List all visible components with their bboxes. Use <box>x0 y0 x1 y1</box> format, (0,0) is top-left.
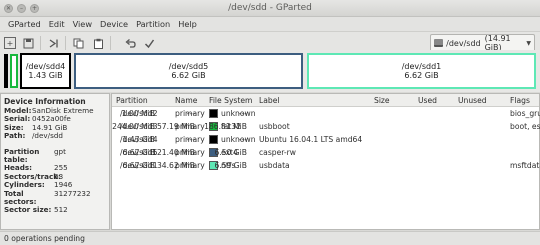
cell-used: --- <box>186 109 195 118</box>
partition-size: 6.62 GiB <box>171 71 206 80</box>
cell-unused: --- <box>238 109 247 118</box>
toolbar-separator <box>65 36 66 50</box>
cell-unused: 6.50 GiB <box>214 148 247 157</box>
column-header-partition[interactable]: Partition <box>116 96 148 105</box>
cell-unused: 6.59 GiB <box>214 161 247 170</box>
cell-size: 1.00 MiB <box>121 109 155 118</box>
paste-icon[interactable] <box>92 37 104 49</box>
cell-flags: msftdata <box>510 161 540 170</box>
partition-name: /dev/sdd4 <box>25 62 66 71</box>
copy-icon[interactable] <box>72 37 84 49</box>
cell-used: 121.40 MiB <box>152 148 195 157</box>
cell-flags: bios_grub <box>510 109 540 118</box>
cell-label: usbboot <box>259 122 290 131</box>
column-header-size[interactable]: Size <box>374 96 390 105</box>
column-header-name[interactable]: Name <box>175 96 197 105</box>
menu-help[interactable]: Help <box>174 19 201 29</box>
device-info-panel: Device Information Model: SanDisk Extreme… <box>0 93 110 230</box>
table-header: Partition Name File System Label Size Us… <box>112 94 539 107</box>
table-body: /dev/sdd2 primary unknown 1.00 MiB --- --- bio… <box>112 107 540 172</box>
drive-icon <box>434 39 444 47</box>
toolbar-separator <box>40 36 41 50</box>
cell-size: 244.00 MiB <box>112 122 155 131</box>
status-text: 0 operations pending <box>4 234 85 243</box>
column-header-used[interactable]: Used <box>418 96 437 105</box>
filesystem-color-swatch <box>209 135 218 144</box>
device-field: Path:/dev/sdd <box>4 131 63 141</box>
title-bar: ✕ – + /dev/sdd - GParted <box>0 0 540 17</box>
cell-used: 57.19 MiB <box>156 122 195 131</box>
partition-table: Partition Name File System Label Size Us… <box>111 93 540 230</box>
partition-block-sdd5[interactable]: /dev/sdd5 6.62 GiB <box>74 53 303 89</box>
cell-size: 6.62 GiB <box>122 148 155 157</box>
apply-check-icon[interactable] <box>143 37 155 49</box>
cell-label: usbdata <box>259 161 290 170</box>
status-bar: 0 operations pending <box>0 231 540 245</box>
device-selector-label: /dev/sdd <box>446 38 481 48</box>
partition-size: 1.43 GiB <box>28 71 63 80</box>
new-partition-icon[interactable]: + <box>4 37 16 49</box>
cell-label: casper-rw <box>259 148 296 157</box>
menu-bar: GParted Edit View Device Partition Help <box>0 17 540 32</box>
device-field: Total sectors: 31277232 <box>4 188 91 207</box>
window-title: /dev/sdd - GParted <box>228 3 312 13</box>
delete-partition-icon[interactable] <box>22 37 34 49</box>
table-row[interactable]: /dev/sdd2 primary unknown 1.00 MiB --- --- bio… <box>112 107 540 120</box>
cell-size: 6.62 GiB <box>122 161 155 170</box>
undo-icon[interactable] <box>124 37 136 49</box>
table-row[interactable]: /dev/sdd4 primary unknown Ubuntu 16.04.1 LT… <box>112 133 539 146</box>
toolbar-separator <box>110 36 111 50</box>
device-field: Partition table: gpt <box>4 146 66 165</box>
cell-label: Ubuntu 16.04.1 LTS amd64 <box>259 135 363 144</box>
column-header-filesystem[interactable]: File System <box>209 96 252 105</box>
cell-flags: boot, esp <box>510 122 540 131</box>
menu-gparted[interactable]: GParted <box>4 19 45 29</box>
device-info-title: Device Information <box>4 97 86 106</box>
partition-block-sdd4[interactable]: /dev/sdd4 1.43 GiB <box>20 53 71 89</box>
cell-used: --- <box>186 135 195 144</box>
resize-move-icon[interactable] <box>47 37 59 49</box>
disk-map: /dev/sdd4 1.43 GiB /dev/sdd5 6.62 GiB /d… <box>0 50 540 92</box>
partition-block-sdd2[interactable] <box>4 54 8 88</box>
menu-partition[interactable]: Partition <box>132 19 174 29</box>
table-row[interactable]: /dev/sdd5 primary ext4 casper-rw 6.62 GiB 121… <box>112 146 539 159</box>
menu-device[interactable]: Device <box>96 19 132 29</box>
column-header-label[interactable]: Label <box>259 96 280 105</box>
partition-size: 6.62 GiB <box>404 71 439 80</box>
partition-name: /dev/sdd5 <box>168 62 209 71</box>
table-row[interactable]: /dev/sdd3 primary fat32 usbboot 244.00 MiB 57… <box>112 120 540 133</box>
filesystem-color-swatch <box>209 109 218 118</box>
cell-size: 1.43 GiB <box>122 135 155 144</box>
menu-view[interactable]: View <box>69 19 96 29</box>
partition-block-sdd1[interactable]: /dev/sdd1 6.62 GiB <box>307 53 536 89</box>
partition-name: /dev/sdd1 <box>401 62 442 71</box>
menu-edit[interactable]: Edit <box>45 19 69 29</box>
chevron-down-icon: ▼ <box>526 39 531 47</box>
column-header-unused[interactable]: Unused <box>458 96 487 105</box>
table-row[interactable]: /dev/sdd1 primary ntfs usbdata 6.62 GiB 34.62… <box>112 159 540 172</box>
cell-unused: 186.81 MiB <box>204 122 247 131</box>
cell-used: 34.62 MiB <box>156 161 195 170</box>
partition-block-sdd3[interactable] <box>10 54 18 88</box>
column-header-flags[interactable]: Flags <box>510 96 530 105</box>
cell-unused: --- <box>238 135 247 144</box>
device-field: Sector size: 512 <box>4 205 68 215</box>
